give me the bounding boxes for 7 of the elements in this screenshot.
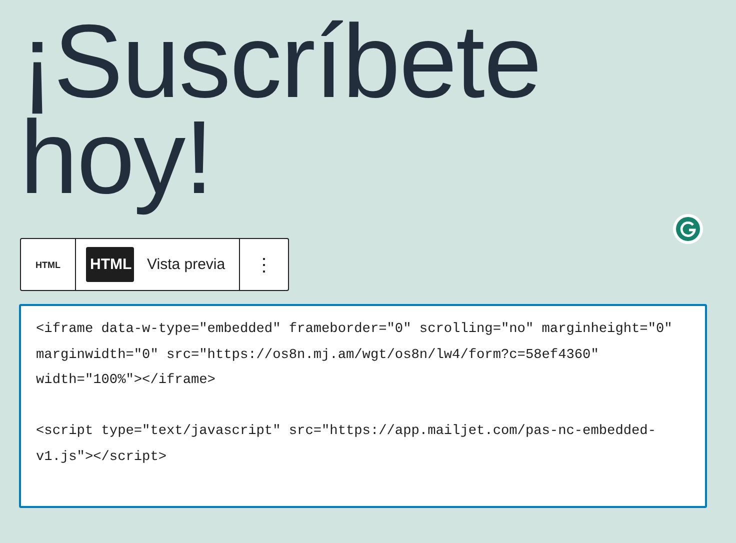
page-heading: ¡Suscríbete hoy!	[19, 3, 542, 218]
more-options-button[interactable]: ⋮	[240, 239, 288, 290]
mode-tab[interactable]: Vista previa	[143, 247, 230, 282]
mode-tab[interactable]: HTML	[86, 247, 134, 282]
block-type-button[interactable]: HTML	[21, 239, 76, 290]
grammarly-icon[interactable]	[673, 214, 703, 244]
code-editor[interactable]: <iframe data-w-type="embedded" frameborder="0" scrolling="no" marginheight="0" marginwidth="0" src="https://os8n.mj.am/wgt/os8n/lw4/form?c=58ef4360" width="100%"></iframe> <script type="text/javascript" src="https://app.mailjet.com/pas-nc-embedded-v1.js"></script>	[19, 304, 707, 508]
